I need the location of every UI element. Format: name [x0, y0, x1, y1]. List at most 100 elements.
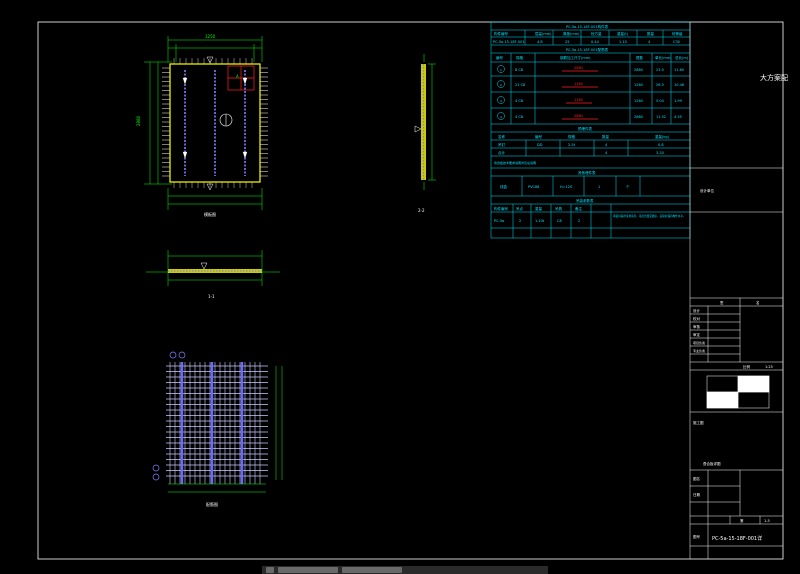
embed-cell-0: 吊钉: [498, 142, 506, 147]
lift-table-title: 吊装参数表: [576, 198, 594, 203]
sheet-value: 1-5: [764, 519, 770, 523]
lift-header-1: 吊点: [516, 206, 524, 211]
rebar-row-3-no: 3: [500, 99, 502, 103]
rebar-row-3-count: 5.04: [656, 99, 665, 103]
rebar-header-2: 钢筋加工尺寸(mm): [560, 55, 591, 60]
plan-title: 模板图: [204, 211, 216, 217]
rebar-row-4-no: 4: [500, 115, 502, 119]
plan-view: A 1250 2880 模板图: [136, 34, 268, 217]
misc-cell-2: H=120: [560, 185, 572, 189]
rebar-row-3-total: 1.99: [674, 99, 682, 103]
rebar-row-1-shape: 2880: [574, 66, 583, 70]
embed-header-2: 规格: [568, 134, 576, 139]
component-cell-0: PC-5a-15-18F-001: [493, 40, 525, 44]
taskbar-window-1[interactable]: window-item: [278, 567, 338, 573]
section-1-1: 1-1: [146, 250, 280, 299]
project-label: 设计单位: [700, 188, 714, 193]
lift-cell-2: 1.10t: [535, 219, 545, 223]
lift-header-4: 备注: [575, 206, 583, 211]
embed-total-label: 合计: [498, 150, 506, 155]
title-block: [689, 22, 783, 559]
table-text: PC-5a-15-18F-001构件表 构件编号 层高(mm) 厚度(mm) 砼…: [493, 24, 689, 223]
lift-header-0: 构件编号: [494, 206, 508, 211]
drawing-name-label: 图名: [693, 476, 700, 481]
misc-cell-3: 1: [598, 185, 600, 189]
section-2-2: 2-2: [414, 54, 436, 213]
sign-row-3: 审定: [693, 332, 701, 337]
rebar-header-1: 规格: [516, 55, 524, 60]
component-cell-2: 25: [565, 40, 569, 44]
company-name: 大方案配: [760, 73, 788, 82]
rebar-row-1-total: 11.60: [674, 68, 684, 72]
embed-cell-4: 0.8: [658, 143, 664, 147]
drawing-name-value: 叠合板详图: [703, 461, 721, 466]
embed-total-weight: 3.20: [656, 151, 664, 155]
rebar-row-3-shape: 1260: [574, 98, 583, 102]
embed-header-3: 数量: [602, 134, 610, 139]
lift-cell-1: 2: [519, 219, 521, 223]
component-cell-3: 0.44: [591, 40, 600, 44]
taskbar: window-item window-item app-item: [262, 566, 548, 574]
embed-cell-2: 2.5t: [568, 143, 576, 147]
embed-header-4: 重量(kg): [655, 134, 670, 139]
rebar-row-3-len: 1260: [634, 99, 643, 103]
component-cell-5: 4: [648, 40, 651, 44]
component-cell-6: C30: [673, 40, 680, 44]
rebar-view: 配筋图: [152, 351, 283, 507]
component-header-2: 厚度(mm): [563, 31, 580, 36]
sign-row-0: 设计: [693, 308, 701, 313]
rebar-row-4-spec: 4 C8: [515, 115, 523, 119]
component-header-3: 砼方量: [591, 31, 602, 36]
taskbar-item-1[interactable]: window-item: [266, 567, 274, 573]
embed-table-title: 预埋件表: [578, 126, 592, 131]
rebar-row-1-len: 2880: [634, 68, 643, 72]
rebar-row-2-count: 26.5: [656, 83, 664, 87]
section-1-1-label: 1-1: [208, 294, 215, 299]
component-header-6: 砼等级: [672, 31, 683, 36]
phase-label: 施工图: [693, 420, 704, 425]
cad-drawing-sheet: A 1250 2880 模板图 1-1 2-2 配筋图 PC-5a-15-18F…: [37, 21, 788, 560]
component-cell-4: 1.10: [619, 40, 627, 44]
component-header-0: 构件编号: [494, 31, 508, 36]
sheet-label: 第: [740, 518, 744, 523]
rebar-row-4-count: 11.52: [656, 115, 666, 119]
rebar-row-2-spec: 21 C8: [515, 83, 525, 87]
svg-text:A: A: [236, 74, 239, 79]
header-cell-0: 签: [720, 300, 724, 305]
rebar-header-5: 总长(m): [675, 55, 689, 60]
plan-dim-top: 1250: [205, 34, 216, 39]
rebar-row-1-count: 23.0: [656, 68, 664, 72]
scale-value: 1:25: [765, 365, 773, 369]
lift-header-2: 重量: [535, 206, 543, 211]
rebar-title: 配筋图: [206, 501, 218, 507]
sign-row-4: 项目负责: [693, 340, 705, 345]
rebar-row-2-no: 2: [500, 83, 502, 87]
rebar-row-3-spec: 4 C8: [515, 99, 523, 103]
lift-cell-0: PC-5a: [494, 219, 504, 223]
lift-note: 吊装时采用专用吊具，吊点位置见图示，起吊时保持构件水平。: [613, 214, 686, 218]
sign-row-2: 审核: [693, 324, 701, 329]
misc-cell-4: 个: [626, 184, 630, 189]
sign-row-1: 校对: [693, 316, 701, 321]
date-label: 日期: [693, 492, 701, 497]
lift-cell-4: 2: [578, 219, 580, 223]
lift-cell-3: C8: [557, 219, 562, 223]
rebar-header-3: 根数: [636, 55, 644, 60]
drawing-no-label: 图号: [693, 534, 701, 539]
rebar-row-4-total: 4.55: [674, 115, 682, 119]
note-text: 叠合板技术要求说明详见总说明: [494, 160, 536, 165]
taskbar-window-2[interactable]: app-item: [342, 567, 402, 573]
rebar-row-2-len: 1260: [634, 83, 643, 87]
component-table-title: PC-5a-15-18F-001构件表: [566, 24, 609, 29]
rebar-row-1-no: 1: [500, 68, 502, 72]
section-1-1-slab: [168, 269, 262, 273]
misc-cell-0: 线盒: [500, 184, 508, 189]
rebar-table-title: PC-5a-15-18F-001配筋表: [566, 47, 609, 52]
embed-header-1: 编号: [535, 134, 543, 139]
component-cell-1: 4.8: [537, 40, 543, 44]
rebar-row-4-len: 2880: [634, 115, 643, 119]
rebar-row-4-shape: 2880: [574, 114, 583, 118]
component-header-1: 层高(mm): [535, 31, 552, 36]
component-header-5: 数量: [647, 31, 655, 36]
misc-table-title: 其他埋件表: [578, 170, 596, 175]
